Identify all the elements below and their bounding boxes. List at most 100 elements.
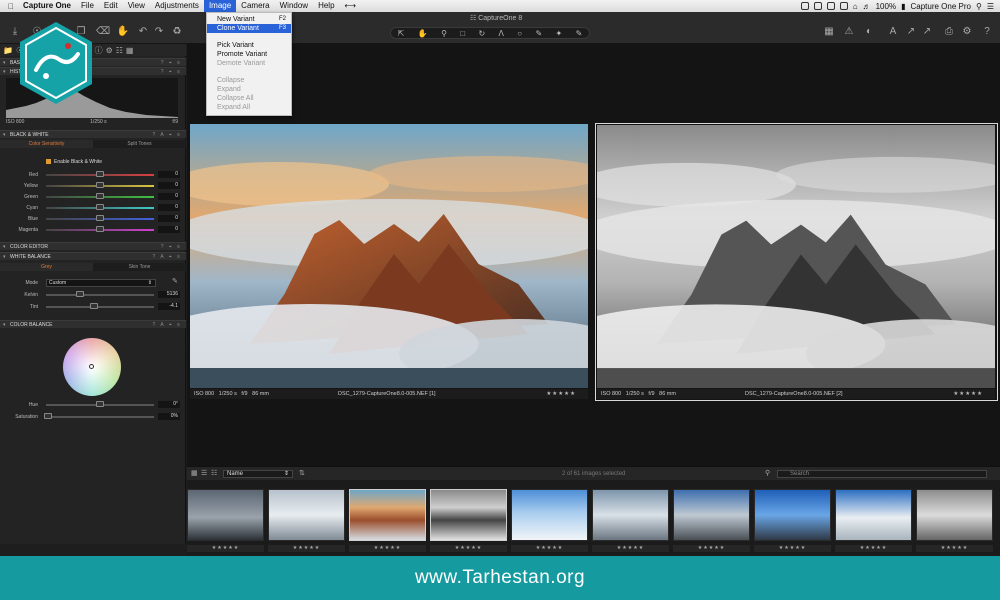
slider-thumb[interactable] bbox=[96, 204, 104, 210]
thumbnail-selected[interactable] bbox=[349, 489, 426, 541]
menu-help[interactable]: Help bbox=[313, 0, 339, 12]
slider-thumb[interactable] bbox=[96, 215, 104, 221]
wheel-handle[interactable] bbox=[89, 364, 94, 369]
status-icon[interactable] bbox=[839, 2, 848, 10]
zoom-tool-icon[interactable]: ⚲ bbox=[441, 29, 447, 38]
sort-select[interactable]: Name ⇕ bbox=[223, 470, 293, 478]
bw-slider-cyan[interactable]: Cyan 0 bbox=[0, 203, 186, 213]
text-icon[interactable]: A bbox=[886, 26, 900, 38]
thumbnail[interactable] bbox=[511, 489, 588, 541]
list-icon[interactable]: ☰ bbox=[987, 2, 994, 11]
spotlight-icon[interactable]: ⚲ bbox=[976, 2, 982, 11]
thumbnail[interactable] bbox=[835, 489, 912, 541]
search-input[interactable]: Search bbox=[777, 470, 987, 478]
menu-file[interactable]: File bbox=[76, 0, 99, 12]
apple-icon[interactable]:  bbox=[4, 2, 18, 11]
kelvin-value[interactable]: 5136 bbox=[158, 291, 180, 298]
slider-thumb[interactable] bbox=[96, 226, 104, 232]
thumbnail[interactable] bbox=[754, 489, 831, 541]
batch-tab-icon[interactable]: ☷ bbox=[116, 46, 123, 55]
wifi-icon[interactable]: ⌂ bbox=[853, 2, 858, 11]
list-view-icon[interactable]: ☰ bbox=[201, 470, 209, 478]
thumbnail[interactable] bbox=[673, 489, 750, 541]
tab-grey[interactable]: Grey bbox=[0, 263, 93, 271]
photo-color-variant[interactable] bbox=[190, 124, 588, 388]
thumbnail[interactable] bbox=[187, 489, 264, 541]
enable-bw-checkbox[interactable]: Enable Black & White bbox=[46, 159, 102, 165]
warning-icon[interactable]: ⚠ bbox=[842, 26, 856, 38]
thumbnail-rating[interactable]: ★★★★★ bbox=[592, 545, 669, 552]
status-icon[interactable] bbox=[800, 2, 809, 10]
rating-stars-left[interactable]: ★★★★★ bbox=[546, 389, 576, 399]
thumbnail-rating[interactable]: ★★★★★ bbox=[916, 545, 993, 552]
more-tab-icon[interactable]: ▦ bbox=[126, 46, 134, 55]
tint-value[interactable]: -4.1 bbox=[158, 303, 180, 310]
status-icon[interactable] bbox=[826, 2, 835, 10]
bw-slider-red[interactable]: Red 0 bbox=[0, 170, 186, 180]
status-icon[interactable] bbox=[813, 2, 822, 10]
photo-bw-variant[interactable] bbox=[597, 125, 995, 388]
thumbnail-rating[interactable]: ★★★★★ bbox=[754, 545, 831, 552]
kelvin-slider[interactable]: Kelvin 5136 bbox=[0, 290, 186, 300]
kelvin-thumb[interactable] bbox=[76, 291, 84, 297]
menu-item-promote-variant[interactable]: Promote Variant bbox=[207, 50, 291, 59]
section-black-white[interactable]: BLACK & WHITE? A ⌖ ≡ bbox=[0, 130, 186, 139]
output-tab-icon[interactable]: ⚙ bbox=[106, 46, 113, 55]
filmstrip-view-icon[interactable]: ☷ bbox=[211, 470, 219, 478]
section-color-editor[interactable]: COLOR EDITOR? ⌖ ≡ bbox=[0, 242, 186, 251]
slider-value[interactable]: 0 bbox=[158, 226, 180, 233]
slider-value[interactable]: 0 bbox=[158, 182, 180, 189]
menu-camera[interactable]: Camera bbox=[236, 0, 274, 12]
menu-adjustments[interactable]: Adjustments bbox=[150, 0, 204, 12]
slider-value[interactable]: 0 bbox=[158, 171, 180, 178]
bw-slider-blue[interactable]: Blue 0 bbox=[0, 214, 186, 224]
slider-thumb[interactable] bbox=[96, 193, 104, 199]
menu-image[interactable]: Image bbox=[203, 0, 237, 12]
thumbnail-rating[interactable]: ★★★★★ bbox=[835, 545, 912, 552]
saturation-value[interactable]: 0% bbox=[158, 413, 180, 420]
spot-tool-icon[interactable]: ○ bbox=[517, 29, 522, 38]
menu-view[interactable]: View bbox=[123, 0, 150, 12]
menu-app-name[interactable]: Capture One bbox=[18, 0, 76, 12]
select-tool-icon[interactable]: ⇱ bbox=[398, 29, 405, 38]
thumbnail[interactable] bbox=[916, 489, 993, 541]
eyedropper-icon[interactable]: ✎ bbox=[172, 277, 178, 285]
undo-icon[interactable]: ↶ bbox=[136, 26, 150, 38]
menu-edit[interactable]: Edit bbox=[99, 0, 123, 12]
trash-icon[interactable]: ⌫ bbox=[96, 26, 110, 38]
slider-value[interactable]: 0 bbox=[158, 204, 180, 211]
thumbnail-rating[interactable]: ★★★★★ bbox=[187, 545, 264, 552]
wb-mode-select[interactable]: Custom ⇕ bbox=[46, 279, 156, 287]
site-url[interactable]: www.Tarhestan.org bbox=[415, 567, 585, 589]
thumbnail-rating[interactable]: ★★★★★ bbox=[349, 545, 426, 552]
section-color-balance[interactable]: COLOR BALANCE? A ⌖ ≡ bbox=[0, 320, 186, 329]
bw-slider-yellow[interactable]: Yellow 0 bbox=[0, 181, 186, 191]
keystone-tool-icon[interactable]: Λ bbox=[499, 29, 504, 38]
library-tab-icon[interactable]: 📁 bbox=[3, 46, 13, 55]
volume-icon[interactable]: ♬ bbox=[863, 2, 871, 11]
tab-skin-tone[interactable]: Skin Tone bbox=[93, 263, 186, 271]
tint-thumb[interactable] bbox=[90, 303, 98, 309]
menu-item-clone-variant[interactable]: Clone Variant F3 bbox=[207, 24, 291, 33]
menu-item-pick-variant[interactable]: Pick Variant bbox=[207, 41, 291, 50]
tab-split-tones[interactable]: Split Tones bbox=[93, 140, 186, 148]
tint-slider[interactable]: Tint -4.1 bbox=[0, 302, 186, 312]
annotate-tool-icon[interactable]: ✎ bbox=[576, 29, 583, 38]
hue-slider[interactable]: Hue 0° bbox=[0, 400, 186, 410]
brush-tool-icon[interactable]: ✎ bbox=[535, 29, 542, 38]
rating-stars-right[interactable]: ★★★★★ bbox=[953, 389, 983, 399]
crop-tool-icon[interactable]: □ bbox=[460, 29, 465, 38]
tab-color-sensitivity[interactable]: Color Sensitivity bbox=[0, 140, 93, 148]
thumbnail-rating[interactable]: ★★★★★ bbox=[511, 545, 588, 552]
thumbnail-selected[interactable] bbox=[430, 489, 507, 541]
menu-window[interactable]: Window bbox=[275, 0, 313, 12]
saturation-slider[interactable]: Saturation 0% bbox=[0, 412, 186, 422]
thumbnail-rating[interactable]: ★★★★★ bbox=[430, 545, 507, 552]
thumbnail[interactable] bbox=[268, 489, 345, 541]
pan-tool-icon[interactable]: ✋ bbox=[418, 29, 428, 38]
picker-tool-icon[interactable]: ✦ bbox=[556, 29, 563, 38]
redo-icon[interactable]: ↷ bbox=[152, 26, 166, 38]
bw-slider-green[interactable]: Green 0 bbox=[0, 192, 186, 202]
slider-thumb[interactable] bbox=[96, 171, 104, 177]
sort-direction-icon[interactable]: ⇅ bbox=[299, 470, 307, 478]
